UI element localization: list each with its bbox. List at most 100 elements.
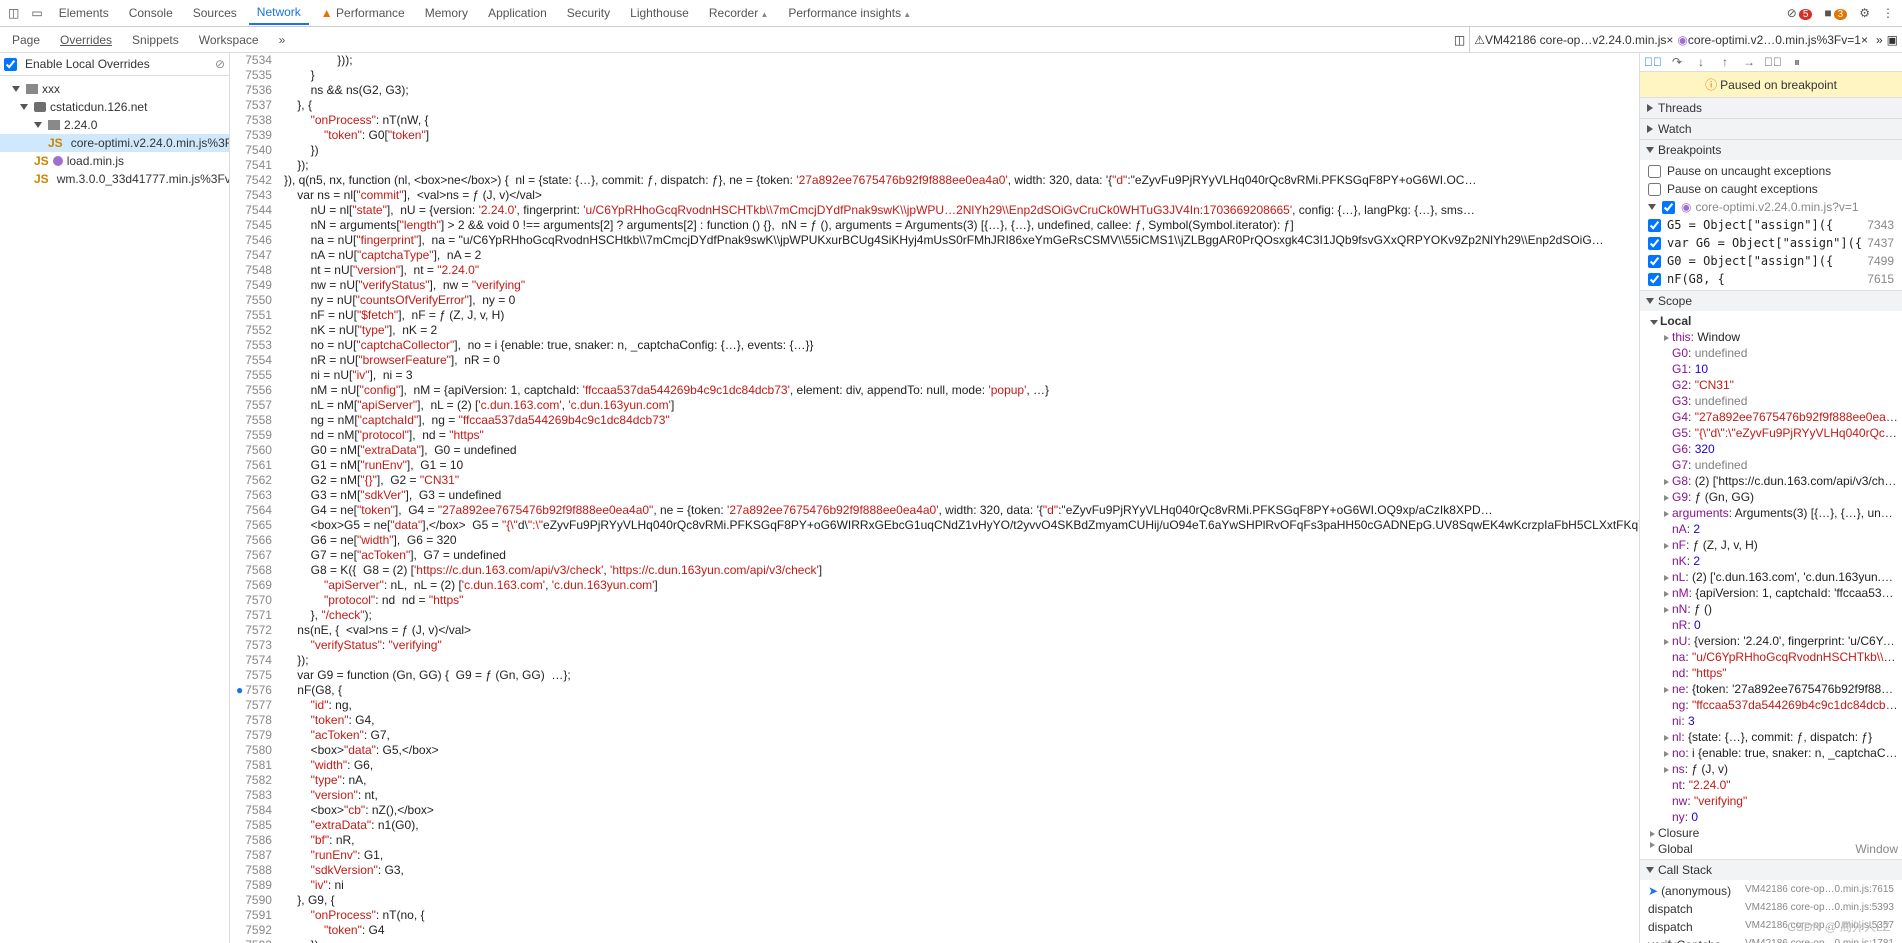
sub-tab-page[interactable]: Page [4, 29, 48, 51]
main-tab-elements[interactable]: Elements [51, 2, 117, 24]
file-tab[interactable]: ⚠VM42186 core-op…v2.24.0.min.js× [1474, 33, 1673, 47]
scope-variable[interactable]: G5: "{\"d\":\"eZyvFu9PjRYyVLHq040rQc8vRM… [1644, 425, 1898, 441]
callstack-frame[interactable]: (anonymous)VM42186 core-op…0.min.js:7615 [1640, 882, 1902, 900]
editor-pane: 7534753575367537753875397540754175427543… [230, 53, 1639, 943]
main-tab-console[interactable]: Console [121, 2, 181, 24]
sub-tab-snippets[interactable]: Snippets [124, 29, 187, 51]
scope-variable[interactable]: nw: "verifying" [1644, 793, 1898, 809]
scope-variable[interactable]: nl: {state: {…}, commit: ƒ, dispatch: ƒ} [1644, 729, 1898, 745]
breakpoint-item[interactable]: G0 = Object["assign"]({7499 [1640, 252, 1902, 270]
warnings-icon[interactable]: ■3 [1820, 2, 1851, 24]
more-tabs-icon[interactable]: » [1876, 33, 1883, 47]
threads-header[interactable]: Threads [1640, 98, 1902, 118]
deactivate-bp-icon[interactable]: ⬤⃠ [1764, 53, 1782, 71]
more-icon[interactable]: ⋮ [1878, 2, 1898, 24]
main-tab-recorder[interactable]: Recorder ▲ [701, 2, 777, 24]
pause-exceptions-icon[interactable]: ⏸ [1788, 53, 1806, 71]
scope-variable[interactable]: G4: "27a892ee7675476b92f9f888ee0ea4a0" [1644, 409, 1898, 425]
errors-icon[interactable]: ⊘5 [1783, 2, 1817, 24]
resume-icon[interactable]: ▶⃓ [1644, 53, 1662, 71]
scope-variable[interactable]: nR: 0 [1644, 617, 1898, 633]
scope-local[interactable]: Local [1644, 313, 1898, 329]
enable-overrides-checkbox[interactable] [4, 58, 17, 71]
debugger-pane: ▶⃓ ↷ ↓ ↑ → ⬤⃠ ⏸ ⓘ Paused on breakpoint T… [1639, 53, 1902, 943]
breakpoints-header[interactable]: Breakpoints [1640, 140, 1902, 160]
scope-variable[interactable]: nN: ƒ () [1644, 601, 1898, 617]
devtools-main-tabs: ◫ ▭ ElementsConsoleSourcesNetwork▲ Perfo… [0, 0, 1902, 27]
close-icon[interactable]: × [1861, 33, 1868, 47]
scope-variable[interactable]: ns: ƒ (J, v) [1644, 761, 1898, 777]
main-tab-lighthouse[interactable]: Lighthouse [622, 2, 697, 24]
breakpoint-item[interactable]: G5 = Object["assign"]({7343 [1640, 216, 1902, 234]
file-tab[interactable]: ◉core-optimi.v2…0.min.js%3Fv=1× [1677, 33, 1868, 47]
scope-variable[interactable]: G9: ƒ (Gn, GG) [1644, 489, 1898, 505]
tree-file[interactable]: JScore-optimi.v2.24.0.min.js%3Fv=1 [0, 134, 229, 152]
scope-variable[interactable]: ny: 0 [1644, 809, 1898, 825]
scope-variable[interactable]: na: "u/C6YpRHhoGcqRvodnHSCHTkb\\7mCmcjDY… [1644, 649, 1898, 665]
pause-uncaught-checkbox[interactable] [1648, 165, 1661, 178]
sub-tab-workspace[interactable]: Workspace [191, 29, 267, 51]
step-icon[interactable]: → [1740, 53, 1758, 71]
watch-header[interactable]: Watch [1640, 119, 1902, 139]
pause-caught-checkbox[interactable] [1648, 183, 1661, 196]
scope-variable[interactable]: G1: 10 [1644, 361, 1898, 377]
sub-tab-»[interactable]: » [271, 29, 294, 51]
scope-variable[interactable]: ne: {token: '27a892ee7675476b92f9f888ee0… [1644, 681, 1898, 697]
scope-variable[interactable]: nM: {apiVersion: 1, captchaId: 'ffccaa53… [1644, 585, 1898, 601]
scope-variable[interactable]: G6: 320 [1644, 441, 1898, 457]
bp-file-header[interactable]: ◉core-optimi.v2.24.0.min.js?v=1 [1640, 198, 1902, 216]
device-icon[interactable]: ▭ [27, 2, 46, 24]
main-tab-network[interactable]: Network [249, 1, 309, 25]
scope-variable[interactable]: nU: {version: '2.24.0', fingerprint: 'u/… [1644, 633, 1898, 649]
scope-variable[interactable]: ni: 3 [1644, 713, 1898, 729]
scope-variable[interactable]: nF: ƒ (Z, J, v, H) [1644, 537, 1898, 553]
main-tab-memory[interactable]: Memory [417, 2, 476, 24]
scope-variable[interactable]: ng: "ffccaa537da544269b4c9c1dc84dcb73" [1644, 697, 1898, 713]
step-into-icon[interactable]: ↓ [1692, 53, 1710, 71]
breakpoint-item[interactable]: var G6 = Object["assign"]({7437 [1640, 234, 1902, 252]
clear-icon[interactable]: ⊘ [215, 57, 225, 71]
tree-file[interactable]: JSwm.3.0.0_33d41777.min.js%3Fv=1 [0, 170, 229, 188]
split-icon[interactable]: ◫ [1454, 33, 1465, 47]
dock-icon[interactable]: ▣ [1887, 33, 1898, 47]
tree-root[interactable]: xxx [0, 80, 229, 98]
main-tab-performance[interactable]: ▲ Performance [313, 2, 413, 24]
scope-variable[interactable]: G2: "CN31" [1644, 377, 1898, 393]
scope-variable[interactable]: nd: "https" [1644, 665, 1898, 681]
scope-variable[interactable]: no: i {enable: true, snaker: n, _captcha… [1644, 745, 1898, 761]
callstack-frame[interactable]: verifyCaptchaVM42186 core-op…0.min.js:17… [1640, 936, 1902, 943]
scope-closure[interactable]: Closure [1644, 825, 1898, 841]
step-over-icon[interactable]: ↷ [1668, 53, 1686, 71]
scope-variable[interactable]: G3: undefined [1644, 393, 1898, 409]
main-tab-security[interactable]: Security [559, 2, 618, 24]
scope-variable[interactable]: nL: (2) ['c.dun.163.com', 'c.dun.163yun.… [1644, 569, 1898, 585]
scope-variable[interactable]: G8: (2) ['https://c.dun.163.com/api/v3/c… [1644, 473, 1898, 489]
scope-variable[interactable]: arguments: Arguments(3) [{…}, {…}, undef… [1644, 505, 1898, 521]
paused-message: ⓘ Paused on breakpoint [1640, 72, 1902, 98]
main-tab-application[interactable]: Application [480, 2, 555, 24]
breakpoint-item[interactable]: nF(G8, {7615 [1640, 270, 1902, 288]
main-tab-sources[interactable]: Sources [185, 2, 245, 24]
scope-header[interactable]: Scope [1640, 291, 1902, 311]
scope-variable[interactable]: nA: 2 [1644, 521, 1898, 537]
scope-variable[interactable]: nK: 2 [1644, 553, 1898, 569]
line-gutter[interactable]: 7534753575367537753875397540754175427543… [230, 53, 278, 943]
inspect-icon[interactable]: ◫ [4, 2, 23, 24]
callstack-frame[interactable]: dispatchVM42186 core-op…0.min.js:5393 [1640, 900, 1902, 918]
scope-variable[interactable]: G0: undefined [1644, 345, 1898, 361]
scope-this[interactable]: this: Window [1644, 329, 1898, 345]
main-tab-performance-insights[interactable]: Performance insights ▲ [780, 2, 919, 24]
scope-variable[interactable]: nt: "2.24.0" [1644, 777, 1898, 793]
scope-variable[interactable]: G7: undefined [1644, 457, 1898, 473]
settings-icon[interactable]: ⚙ [1855, 2, 1874, 24]
step-out-icon[interactable]: ↑ [1716, 53, 1734, 71]
callstack-header[interactable]: Call Stack [1640, 860, 1902, 880]
tree-folder[interactable]: 2.24.0 [0, 116, 229, 134]
tree-file[interactable]: JSload.min.js [0, 152, 229, 170]
sub-tab-overrides[interactable]: Overrides [52, 29, 120, 51]
close-icon[interactable]: × [1666, 33, 1673, 47]
scope-global[interactable]: GlobalWindow [1644, 841, 1898, 857]
code-content[interactable]: })); } ns && ns(G2, G3); }, { "onProcess… [278, 53, 1639, 943]
sources-sub-tabs: PageOverridesSnippetsWorkspace» ◫ ⚠VM421… [0, 27, 1902, 53]
tree-domain[interactable]: cstaticdun.126.net [0, 98, 229, 116]
